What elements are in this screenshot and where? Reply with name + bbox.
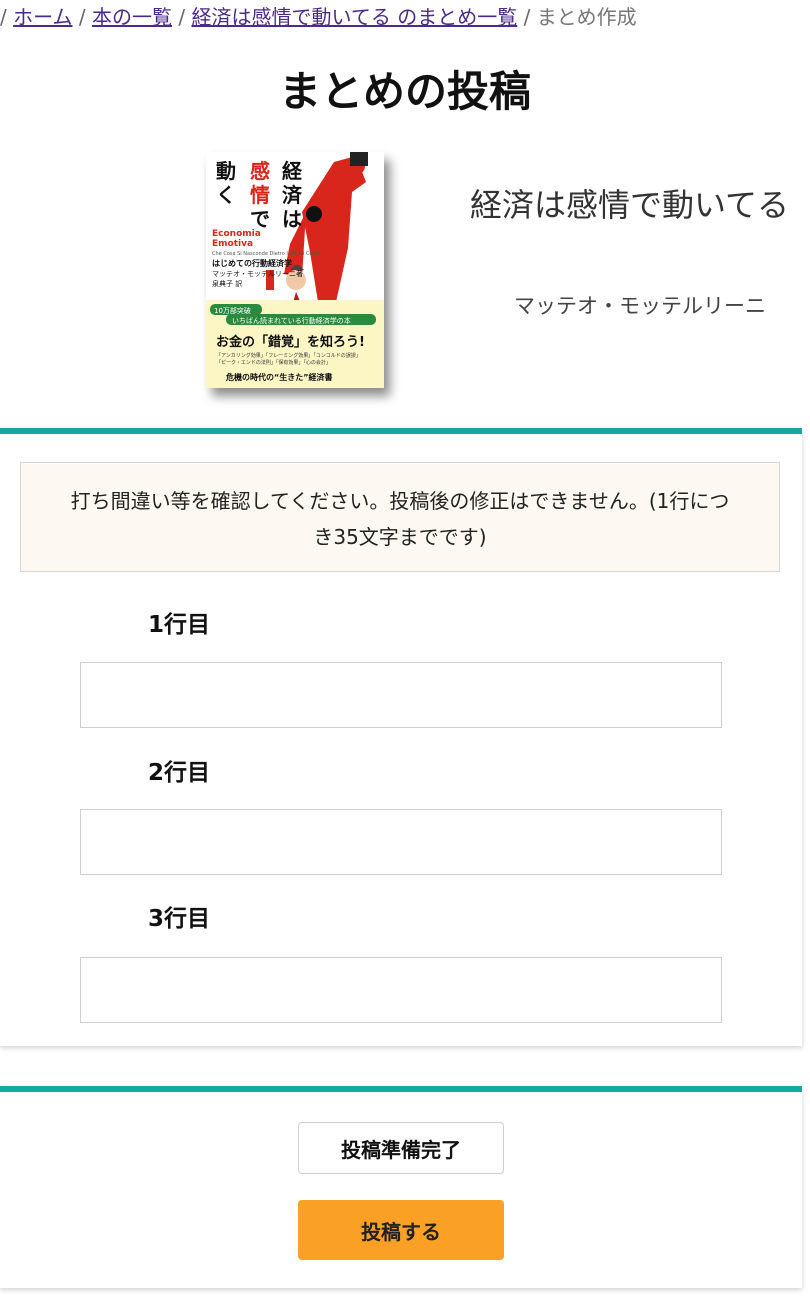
svg-text:経: 経	[282, 159, 303, 183]
breadcrumb: / ホーム / 本の一覧 / 経済は感情で動いてる のまとめ一覧 / まとめ作成	[0, 2, 637, 32]
line-1-input[interactable]	[80, 662, 722, 728]
svg-text:情: 情	[250, 183, 270, 207]
svg-text:10万部突破: 10万部突破	[214, 306, 251, 315]
breadcrumb-current: まとめ作成	[536, 5, 637, 29]
post-actions-card: 投稿準備完了 投稿する	[0, 1086, 802, 1288]
breadcrumb-separator: /	[523, 5, 531, 29]
svg-text:Emotiva: Emotiva	[212, 239, 253, 249]
ready-to-post-button[interactable]: 投稿準備完了	[298, 1122, 504, 1174]
svg-text:「ピーク・エンドの法則」「保有効果」「心の会計」: 「ピーク・エンドの法則」「保有効果」「心の会計」	[216, 359, 331, 366]
notice-box: 打ち間違い等を確認してください。投稿後の修正はできません。(1行につき35文字ま…	[20, 462, 780, 572]
line-3-label: 3行目	[148, 906, 211, 932]
submit-post-button[interactable]: 投稿する	[298, 1200, 504, 1260]
svg-text:で: で	[250, 207, 270, 231]
breadcrumb-separator: /	[178, 5, 186, 29]
book-cover-image: 経 済 は 感 情 で 動 く Economia Emotiva Che Cos…	[206, 152, 384, 388]
svg-text:「アンカリング効果」「フレーミング効果」「コンコルドの誤謬」: 「アンカリング効果」「フレーミング効果」「コンコルドの誤謬」	[216, 352, 361, 359]
breadcrumb-link-book-list[interactable]: 本の一覧	[92, 5, 172, 29]
page-title: まとめの投稿	[278, 67, 531, 116]
line-2-input[interactable]	[80, 809, 722, 875]
book-author: マッテオ・モッテルリーニ	[514, 294, 766, 318]
svg-text:危機の時代の“生きた”経済書: 危機の時代の“生きた”経済書	[225, 372, 333, 382]
svg-text:いちばん読まれている行動経済学の本: いちばん読まれている行動経済学の本	[232, 316, 351, 325]
breadcrumb-link-summary-list[interactable]: 経済は感情で動いてる のまとめ一覧	[191, 5, 517, 29]
breadcrumb-separator: /	[78, 5, 86, 29]
svg-text:マッテオ・モッテルリーニ著: マッテオ・モッテルリーニ著	[212, 269, 303, 278]
breadcrumb-separator: /	[0, 5, 7, 29]
summary-form-card: 打ち間違い等を確認してください。投稿後の修正はできません。(1行につき35文字ま…	[0, 428, 802, 1046]
svg-text:はじめての行動経済学: はじめての行動経済学	[212, 258, 292, 268]
svg-text:Che Cosa Si Nasconde Dietro I: Che Cosa Si Nasconde Dietro I Nostri Con…	[212, 251, 319, 257]
line-2-label: 2行目	[148, 760, 211, 786]
svg-text:く: く	[216, 183, 236, 207]
svg-text:お金の「錯覚」を知ろう!: お金の「錯覚」を知ろう!	[216, 334, 365, 350]
svg-text:動: 動	[216, 159, 236, 183]
book-title: 経済は感情で動いてる	[470, 186, 790, 224]
svg-text:感: 感	[250, 159, 270, 183]
line-3-input[interactable]	[80, 957, 722, 1023]
breadcrumb-link-home[interactable]: ホーム	[13, 5, 72, 29]
svg-text:Economia: Economia	[212, 229, 261, 239]
line-1-label: 1行目	[148, 612, 211, 638]
notice-text: 打ち間違い等を確認してください。投稿後の修正はできません。(1行につき35文字ま…	[70, 489, 730, 549]
svg-text:は: は	[282, 207, 302, 231]
svg-text:済: 済	[282, 183, 303, 207]
svg-text:泉典子 訳: 泉典子 訳	[212, 279, 242, 288]
